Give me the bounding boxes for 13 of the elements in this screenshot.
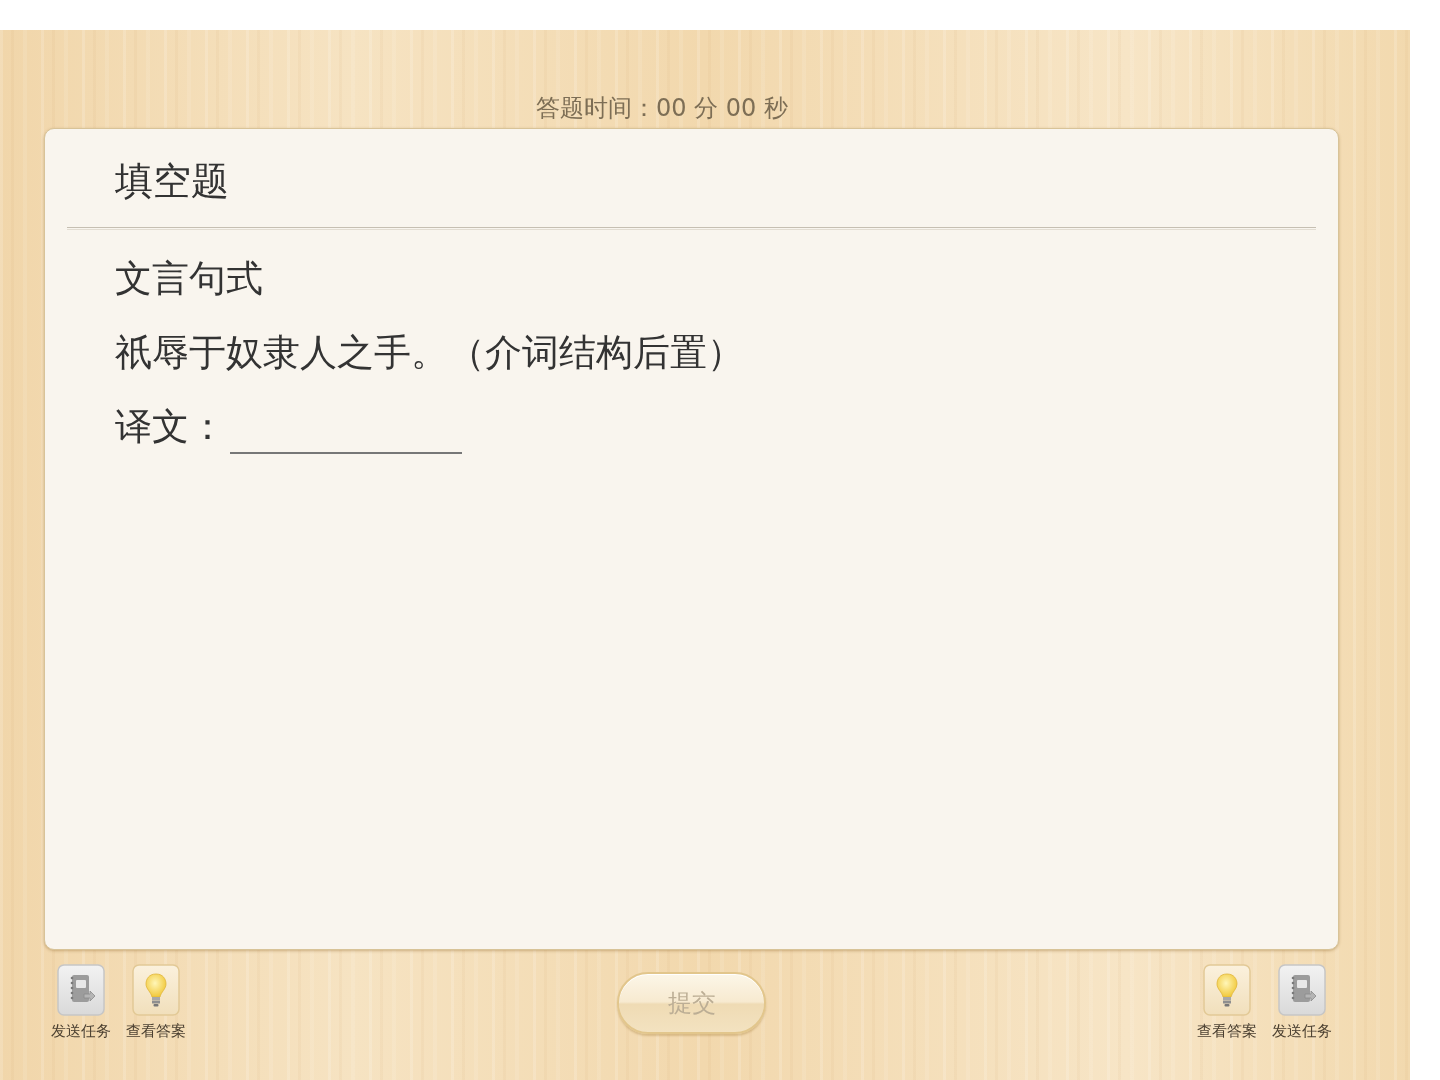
notebook-icon	[1278, 964, 1326, 1016]
question-text: 祇辱于奴隶人之手。（介词结构后置）	[115, 330, 744, 376]
lightbulb-icon	[132, 964, 180, 1016]
question-text: 文言句式	[115, 256, 263, 302]
timer-text: 答题时间：00 分 00 秒	[536, 93, 788, 124]
send-task-button[interactable]: 发送任务	[50, 964, 112, 1040]
send-task-button[interactable]: 发送任务	[1271, 964, 1333, 1040]
question-type-title: 填空题	[115, 158, 229, 205]
lightbulb-icon	[1203, 964, 1251, 1016]
view-answer-button[interactable]: 查看答案	[125, 964, 187, 1040]
view-answer-button[interactable]: 查看答案	[1196, 964, 1258, 1040]
answer-label: 译文：	[115, 404, 226, 450]
notebook-icon	[57, 964, 105, 1016]
